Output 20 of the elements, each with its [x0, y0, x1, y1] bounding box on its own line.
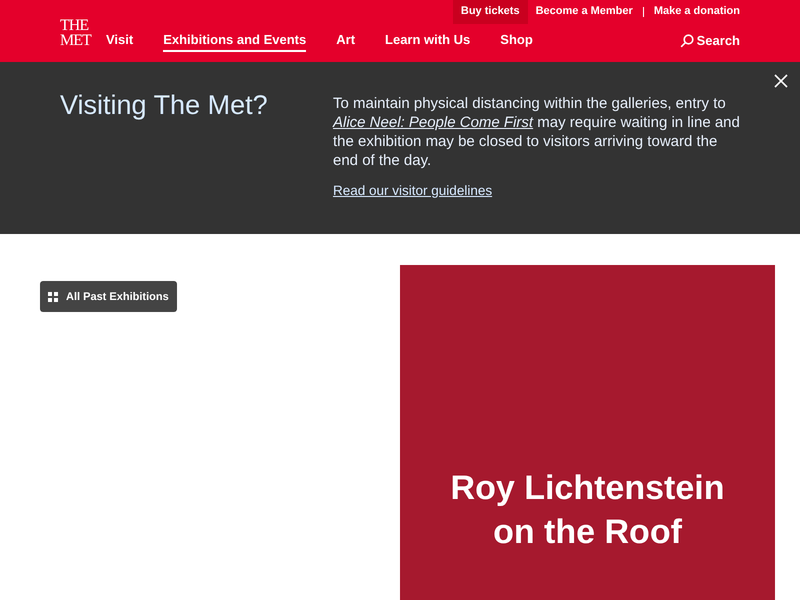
feature-card[interactable]: Roy Lichtenstein on the Roof [400, 265, 775, 600]
nav-link[interactable]: Visit [106, 32, 148, 52]
close-icon[interactable] [774, 74, 788, 88]
grid-icon [48, 292, 58, 302]
nav-link[interactable]: Exhibitions and Events [163, 32, 306, 52]
nav-link[interactable]: Learn with Us [385, 32, 486, 52]
met-logo[interactable]: THE MET [60, 18, 92, 48]
top-link[interactable]: Make a donation [646, 0, 748, 24]
top-link[interactable]: Buy tickets [452, 0, 528, 24]
guidelines-link[interactable]: Read our visitor guidelines [333, 183, 492, 198]
search-button[interactable]: Search [680, 33, 740, 48]
banner-title: Visiting The Met? [60, 90, 269, 122]
top-link[interactable]: Become a Member [528, 0, 641, 24]
nav-link[interactable]: Art [336, 32, 370, 52]
feature-title: Roy Lichtenstein on the Roof [450, 468, 726, 553]
past-exhibitions-button[interactable]: All Past Exhibitions [40, 281, 177, 312]
search-icon [680, 34, 694, 48]
nav-link[interactable]: Shop [500, 32, 548, 52]
banner-text: To maintain physical distancing within the galleries, entry to Alice Neel: People Come First may require waiting in line and the exhibition may be closed to visitors arriving toward the end of the day. [333, 94, 741, 170]
exhibition-link[interactable]: Alice Neel: People Come First [333, 114, 534, 131]
